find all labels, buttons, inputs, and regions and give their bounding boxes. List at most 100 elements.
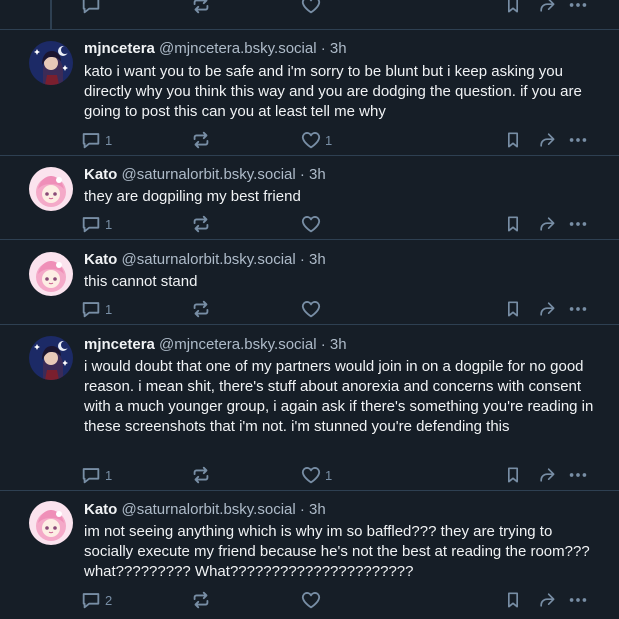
bookmark-icon [503, 214, 523, 234]
reply-count: 1 [105, 216, 113, 232]
reply-count: 1 [105, 301, 113, 317]
avatar[interactable] [29, 167, 73, 211]
post[interactable]: Kato @saturnalorbit.bsky.social · 3h im … [0, 491, 619, 619]
time-separator: · [295, 166, 310, 183]
like-count: 1 [325, 132, 333, 148]
bookmark-button[interactable] [503, 0, 523, 17]
kato-avatar-icon [29, 252, 73, 296]
post-text: kato i want you to be safe and i'm sorry… [84, 63, 582, 120]
post-text: this cannot stand [84, 273, 198, 290]
more-options-button[interactable] [567, 588, 589, 612]
share-icon [537, 0, 557, 15]
share-button[interactable] [537, 463, 557, 487]
repost-icon [190, 0, 212, 16]
author-handle[interactable]: @mjncetera.bsky.social [159, 40, 317, 57]
post[interactable]: Kato @saturnalorbit.bsky.social · 3h thi… [0, 240, 619, 325]
repost-button[interactable] [190, 0, 212, 17]
share-icon [537, 465, 557, 485]
like-button[interactable] [300, 212, 322, 236]
post-text: i would doubt that one of my partners wo… [84, 358, 594, 435]
reply-button[interactable]: 1 [80, 463, 112, 487]
repost-button[interactable] [190, 588, 212, 612]
time-separator: · [295, 251, 310, 268]
like-icon [300, 589, 322, 611]
share-icon [537, 299, 557, 319]
reply-button[interactable]: 1 [80, 128, 112, 152]
bookmark-icon [503, 130, 523, 150]
repost-button[interactable] [190, 128, 212, 152]
bookmark-button[interactable] [503, 463, 523, 487]
repost-button[interactable] [190, 463, 212, 487]
share-button[interactable] [537, 588, 557, 612]
reply-button[interactable]: 1 [80, 212, 112, 236]
more-options-button[interactable] [567, 212, 589, 236]
bookmark-button[interactable] [503, 212, 523, 236]
post[interactable]: Kato @saturnalorbit.bsky.social · 3h the… [0, 155, 619, 240]
avatar[interactable] [29, 252, 73, 296]
post-header: mjncetera @mjncetera.bsky.social · 3h [84, 39, 347, 59]
post-header: Kato @saturnalorbit.bsky.social · 3h [84, 500, 326, 520]
author-name[interactable]: mjncetera [84, 336, 155, 353]
share-button[interactable] [537, 212, 557, 236]
post-actions: 1 1 [80, 463, 610, 487]
like-button[interactable] [300, 588, 322, 612]
author-handle[interactable]: @mjncetera.bsky.social [159, 336, 317, 353]
post-time[interactable]: 3h [330, 336, 347, 353]
like-icon [300, 0, 322, 16]
author-name[interactable]: Kato [84, 251, 117, 268]
like-button[interactable] [300, 297, 322, 321]
like-button[interactable]: 1 [300, 463, 332, 487]
more-options-button[interactable] [567, 463, 589, 487]
share-icon [537, 590, 557, 610]
repost-button[interactable] [190, 297, 212, 321]
post-time[interactable]: 3h [309, 501, 326, 518]
more-icon [567, 129, 589, 151]
reply-icon [80, 129, 102, 151]
post[interactable]: mjncetera @mjncetera.bsky.social · 3h ka… [0, 29, 619, 156]
reply-button[interactable]: 2 [80, 588, 112, 612]
post-thread: mjncetera @mjncetera.bsky.social · 3h ka… [0, 0, 619, 619]
author-handle[interactable]: @saturnalorbit.bsky.social [122, 166, 296, 183]
repost-icon [190, 298, 212, 320]
reply-button[interactable]: 1 [80, 297, 112, 321]
post-time[interactable]: 3h [309, 166, 326, 183]
author-handle[interactable]: @saturnalorbit.bsky.social [122, 501, 296, 518]
like-icon [300, 213, 322, 235]
more-options-button[interactable] [567, 128, 589, 152]
post-time[interactable]: 3h [330, 40, 347, 57]
repost-icon [190, 464, 212, 486]
repost-button[interactable] [190, 212, 212, 236]
avatar[interactable] [29, 41, 73, 85]
author-name[interactable]: Kato [84, 166, 117, 183]
post-text: im not seeing anything which is why im s… [84, 523, 590, 580]
bookmark-button[interactable] [503, 588, 523, 612]
author-name[interactable]: mjncetera [84, 40, 155, 57]
like-button[interactable] [300, 0, 322, 17]
post-actions [80, 0, 610, 17]
post-header: Kato @saturnalorbit.bsky.social · 3h [84, 250, 326, 270]
post[interactable]: mjncetera @mjncetera.bsky.social · 3h i … [0, 325, 619, 491]
post-actions: 1 [80, 212, 610, 236]
avatar[interactable] [29, 501, 73, 545]
time-separator: · [316, 40, 330, 57]
reply-button[interactable] [80, 0, 102, 17]
share-button[interactable] [537, 0, 557, 17]
post-actions: 2 [80, 588, 610, 612]
more-options-button[interactable] [567, 0, 589, 17]
share-icon [537, 130, 557, 150]
bookmark-button[interactable] [503, 128, 523, 152]
mjncetera-avatar-icon [29, 336, 73, 380]
like-button[interactable]: 1 [300, 128, 332, 152]
share-button[interactable] [537, 128, 557, 152]
share-button[interactable] [537, 297, 557, 321]
avatar[interactable] [29, 336, 73, 380]
thread-line [50, 0, 52, 29]
post-time[interactable]: 3h [309, 251, 326, 268]
author-handle[interactable]: @saturnalorbit.bsky.social [122, 251, 296, 268]
reply-icon [80, 464, 102, 486]
share-icon [537, 214, 557, 234]
time-separator: · [295, 501, 310, 518]
author-name[interactable]: Kato [84, 501, 117, 518]
more-options-button[interactable] [567, 297, 589, 321]
bookmark-button[interactable] [503, 297, 523, 321]
